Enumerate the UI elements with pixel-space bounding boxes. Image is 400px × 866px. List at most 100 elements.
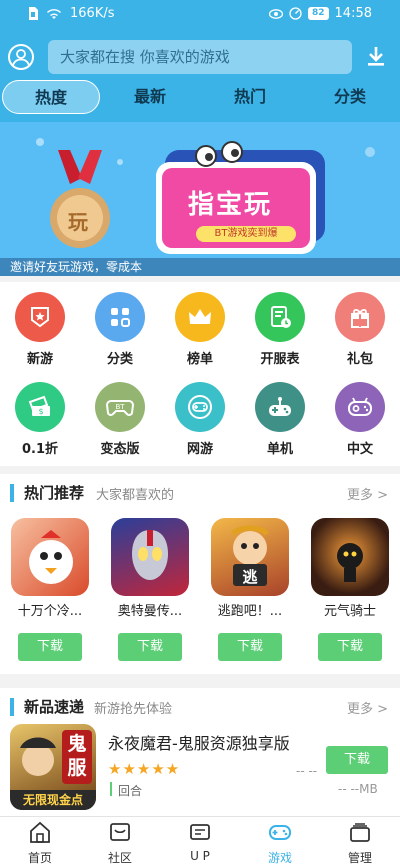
category-new-games[interactable]: 新游 [0, 292, 80, 367]
tab-popular[interactable]: 热门 [200, 80, 300, 114]
game-name: 奥特曼传... [117, 604, 183, 619]
genre-tag: 回合 [118, 784, 143, 798]
nav-up[interactable]: U P [160, 821, 240, 863]
game-icon: 逃 [211, 518, 289, 596]
rating-stars: ★★★★★ [108, 760, 181, 778]
nav-games[interactable]: 游戏 [240, 821, 320, 866]
nav-label: 首页 [27, 851, 52, 865]
category-discount[interactable]: $ 0.1折 [0, 382, 80, 457]
search-row: 大家都在搜 你喜欢的游戏 [0, 38, 400, 76]
game-icon-text: 逃 [242, 568, 258, 586]
category-grid: 新游 分类 榜单 开服表 礼包 $ 0.1折 BT 变态版 网游 单机 中文 [0, 282, 400, 466]
nav-manage[interactable]: 管理 [320, 821, 400, 866]
nav-label: 社区 [107, 851, 132, 865]
avatar[interactable] [8, 44, 34, 70]
more-link[interactable]: 更多 > [347, 698, 388, 717]
tab-bar: 热度 最新 热门 分类 [0, 80, 400, 116]
category-label: 榜单 [186, 352, 213, 367]
user-icon [12, 49, 30, 66]
download-button[interactable]: 下载 [326, 746, 388, 774]
online-gamepad-icon [175, 382, 225, 432]
category-bt-version[interactable]: BT 变态版 [80, 382, 160, 457]
category-label: 变态版 [100, 442, 140, 457]
game-card[interactable]: 奥特曼传... 下载 [110, 518, 190, 661]
more-link[interactable]: 更多 > [347, 484, 388, 503]
category-single-player[interactable]: 单机 [240, 382, 320, 457]
game-icon-banner: 无限现金点 [10, 790, 96, 810]
game-icon [11, 518, 89, 596]
nav-label: 游戏 [267, 851, 292, 865]
category-classification[interactable]: 分类 [80, 292, 160, 367]
game-name: 十万个冷... [17, 604, 83, 619]
speed-gauge-icon [289, 7, 302, 20]
game-name: 元气骑士 [323, 604, 376, 619]
section-subtitle: 新游抢先体验 [94, 702, 173, 717]
category-label: 单机 [266, 442, 293, 457]
tag-accent [110, 782, 112, 796]
clock: 14:58 [334, 6, 372, 21]
download-button[interactable]: 下载 [218, 633, 282, 661]
download-button[interactable]: 下载 [18, 633, 82, 661]
category-label: 中文 [346, 442, 373, 457]
game-card[interactable]: 元气骑士 下载 [310, 518, 390, 661]
banner-caption: 邀请好友玩游戏，零成本 [0, 258, 400, 276]
tab-categories[interactable]: 分类 [300, 80, 400, 114]
tab-latest[interactable]: 最新 [100, 80, 200, 114]
game-icon-text: 鬼服 [67, 733, 87, 779]
nav-home[interactable]: 首页 [0, 821, 80, 866]
nav-label: U P [190, 849, 210, 863]
server-list-icon [255, 292, 305, 342]
sim-icon [29, 7, 38, 20]
gift-icon [335, 292, 385, 342]
section-title: 新品速递 [24, 698, 85, 716]
wifi-icon [47, 9, 61, 19]
promo-banner[interactable]: 玩 指宝玩 BT游戏奕到爆 邀请好友玩游戏，零成本 [0, 122, 400, 276]
category-label: 网游 [186, 442, 213, 457]
section-accent [10, 698, 14, 716]
category-chinese[interactable]: 中文 [320, 382, 400, 457]
file-size: -- --MB [338, 782, 378, 796]
download-button[interactable]: 下载 [318, 633, 382, 661]
nav-label: 管理 [347, 851, 372, 865]
section-header: 新品速递 新游抢先体验 更多 > [0, 688, 400, 722]
section-accent [10, 484, 14, 502]
category-label: 0.1折 [21, 442, 59, 457]
game-card[interactable]: 逃 逃跑吧！... 下载 [210, 518, 290, 661]
svg-text:BT: BT [115, 403, 125, 411]
bt-gamepad-icon: BT [95, 382, 145, 432]
status-bar: 166K/s 82 14:58 [0, 0, 400, 28]
game-name: 逃跑吧！... [217, 604, 283, 619]
category-label: 礼包 [346, 352, 373, 367]
category-online-games[interactable]: 网游 [160, 382, 240, 457]
cn-gamepad-icon [335, 382, 385, 432]
new-release-section: 新品速递 新游抢先体验 更多 > 鬼服 无限现金点 永夜魔君-鬼服资源独享版 ★… [0, 688, 400, 816]
banner-medal-text: 玩 [68, 210, 88, 234]
bottom-nav: 首页 社区 U P 游戏 管理 [0, 816, 400, 866]
star-shield-icon [15, 292, 65, 342]
section-header: 热门推荐 大家都喜欢的 更多 > [0, 474, 400, 508]
category-server-list[interactable]: 开服表 [240, 292, 320, 367]
game-title[interactable]: 永夜魔君-鬼服资源独享版 [108, 730, 290, 754]
svg-text:$: $ [38, 407, 43, 416]
game-icon [111, 518, 189, 596]
manage-icon [350, 823, 370, 842]
category-rankings[interactable]: 榜单 [160, 292, 240, 367]
search-input[interactable]: 大家都在搜 你喜欢的游戏 [48, 40, 352, 74]
download-button[interactable]: 下载 [118, 633, 182, 661]
discount-ticket-icon: $ [15, 382, 65, 432]
tab-hot[interactable]: 热度 [2, 80, 100, 114]
hot-recommend-section: 热门推荐 大家都喜欢的 更多 > 十万个冷... 下载 奥特曼传... 下载 逃… [0, 474, 400, 674]
game-card[interactable]: 十万个冷... 下载 [10, 518, 90, 661]
crown-icon [175, 292, 225, 342]
app-header: 166K/s 82 14:58 大家都在搜 你喜欢的游戏 热度 最新 热门 分类 [0, 0, 400, 122]
category-gift-packs[interactable]: 礼包 [320, 292, 400, 367]
battery-indicator: 82 [308, 7, 329, 20]
banner-subtitle: BT游戏奕到爆 [214, 228, 278, 239]
rating-value: -- -- [296, 764, 318, 778]
gamepad-icon [269, 825, 291, 840]
community-icon [110, 823, 130, 841]
game-icon[interactable]: 鬼服 无限现金点 [10, 724, 96, 810]
download-icon[interactable] [364, 44, 388, 68]
nav-community[interactable]: 社区 [80, 821, 160, 866]
joystick-icon [255, 382, 305, 432]
